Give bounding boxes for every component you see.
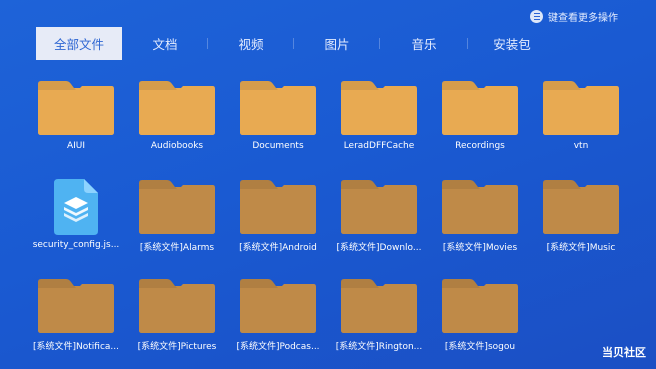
folder-item[interactable]: [系统文件]Android [238, 179, 318, 257]
folder-item[interactable]: Recordings [440, 80, 520, 158]
folder-icon [442, 279, 518, 333]
folder-item[interactable]: AIUI [36, 80, 116, 158]
file-item[interactable]: security_config.js... [33, 179, 119, 257]
file-name: vtn [573, 141, 589, 151]
file-name: Documents [252, 141, 304, 151]
file-name: Recordings [455, 141, 505, 151]
folder-icon [38, 81, 114, 135]
tab-label: 全部文件 [53, 37, 104, 52]
folder-item[interactable]: [系统文件]Pictures [137, 278, 217, 356]
folder-icon [543, 81, 619, 135]
watermark: 当贝社区 [602, 346, 646, 359]
menu-icon [530, 10, 543, 23]
folder-item[interactable]: vtn [541, 80, 621, 158]
folder-item[interactable]: LeradDFFCache [339, 80, 419, 158]
file-name: LeradDFFCache [343, 141, 415, 151]
menu-hint: 键查看更多操作 [530, 9, 618, 24]
tab-label: 文档 [152, 37, 178, 52]
file-name: [系统文件]Android [239, 243, 317, 253]
folder-item[interactable]: [系统文件]Podcas... [236, 278, 320, 356]
tab-label: 图片 [324, 37, 350, 52]
folder-icon [442, 180, 518, 234]
document-icon [54, 179, 98, 235]
folder-item[interactable]: [系统文件]Alarms [137, 179, 217, 257]
tab-pictures[interactable]: 图片 [294, 27, 380, 60]
file-name: [系统文件]Pictures [137, 342, 217, 352]
file-name: [系统文件]Podcas... [236, 342, 320, 352]
folder-icon [341, 279, 417, 333]
folder-item[interactable]: [系统文件]Movies [440, 179, 520, 257]
folder-icon [240, 279, 316, 333]
tab-videos[interactable]: 视频 [208, 27, 294, 60]
file-name: [系统文件]Music [546, 243, 616, 253]
tab-music[interactable]: 音乐 [380, 27, 468, 60]
folder-icon [240, 180, 316, 234]
file-name: [系统文件]Alarms [139, 243, 215, 253]
folder-item[interactable]: [系统文件]Rington... [336, 278, 422, 356]
file-name: [系统文件]Movies [442, 243, 518, 253]
tab-packages[interactable]: 安装包 [468, 27, 556, 60]
menu-hint-text: 键查看更多操作 [548, 13, 618, 24]
folder-item[interactable]: [系统文件]Notifica... [33, 278, 119, 356]
tab-label: 安装包 [493, 37, 531, 52]
tab-all-files[interactable]: 全部文件 [36, 27, 122, 60]
file-name: [系统文件]Rington... [335, 342, 423, 352]
folder-item[interactable]: [系统文件]Downlo... [337, 179, 421, 257]
file-name: [系统文件]Downlo... [336, 243, 422, 253]
folder-item[interactable]: [系统文件]Music [541, 179, 621, 257]
folder-icon [240, 81, 316, 135]
folder-icon [341, 81, 417, 135]
file-name: [系统文件]Notifica... [32, 342, 119, 352]
folder-item[interactable]: Audiobooks [137, 80, 217, 158]
category-tabs: 全部文件 文档 视频 图片 音乐 安装包 [36, 27, 556, 60]
tab-documents[interactable]: 文档 [122, 27, 208, 60]
folder-icon [139, 180, 215, 234]
file-name: security_config.js... [32, 240, 120, 250]
folder-icon [341, 180, 417, 234]
folder-icon [139, 279, 215, 333]
file-name: [系统文件]sogou [444, 342, 516, 352]
folder-icon [38, 279, 114, 333]
folder-icon [442, 81, 518, 135]
tab-label: 视频 [238, 37, 264, 52]
file-name: AIUI [66, 141, 86, 151]
folder-item[interactable]: Documents [238, 80, 318, 158]
folder-item[interactable]: [系统文件]sogou [440, 278, 520, 356]
file-name: Audiobooks [150, 141, 204, 151]
folder-icon [543, 180, 619, 234]
tab-label: 音乐 [411, 37, 437, 52]
folder-icon [139, 81, 215, 135]
